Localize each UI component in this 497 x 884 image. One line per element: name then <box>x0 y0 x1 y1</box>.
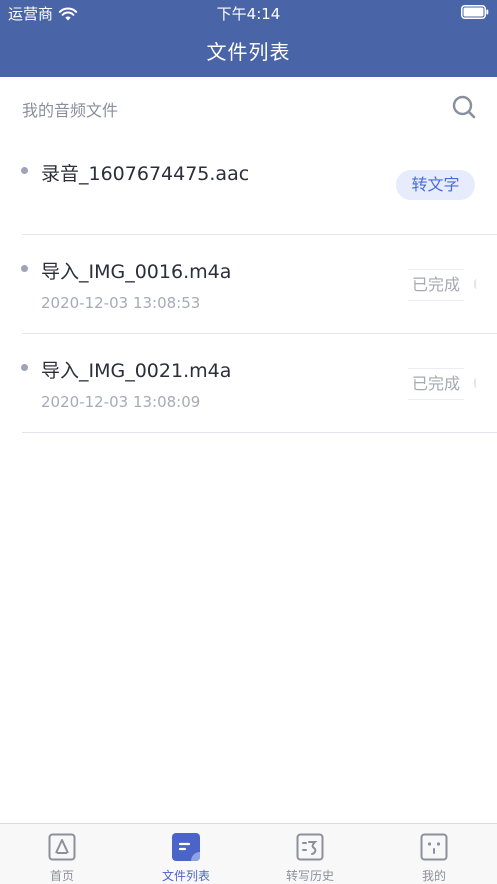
file-date: 2020-12-03 13:08:09 <box>41 393 201 411</box>
row-edge-marker <box>474 378 479 388</box>
convert-to-text-button[interactable]: 转文字 <box>396 170 475 200</box>
status-time: 下午4:14 <box>216 5 281 23</box>
file-name: 导入_IMG_0016.m4a <box>41 261 232 283</box>
file-date: 2020-12-03 13:08:53 <box>41 294 201 312</box>
list-item[interactable]: 导入_IMG_0021.m4a 2020-12-03 13:08:09 已完成 <box>0 334 497 432</box>
bullet-dot <box>21 364 28 371</box>
status-bar: 运营商 下午4:14 <box>0 0 497 26</box>
search-icon[interactable] <box>451 94 477 120</box>
list-item[interactable]: 录音_1607674475.aac 转文字 <box>0 137 497 235</box>
tab-label: 我的 <box>421 869 446 883</box>
bullet-dot <box>21 265 28 272</box>
page-title: 文件列表 <box>206 40 291 64</box>
bullet-dot <box>21 167 28 174</box>
tab-profile[interactable]: 我的 <box>372 824 496 884</box>
history-icon <box>296 833 324 861</box>
app-header: 运营商 下午4:14 文件列表 <box>0 0 497 77</box>
status-badge: 已完成 <box>408 368 464 400</box>
section-header: 我的音频文件 <box>0 77 497 137</box>
tab-bar: 首页 文件列表 转写历史 我的 <box>0 823 497 884</box>
list-item[interactable]: 导入_IMG_0016.m4a 2020-12-03 13:08:53 已完成 <box>0 235 497 333</box>
tab-file-list[interactable]: 文件列表 <box>124 824 248 884</box>
profile-icon <box>420 833 448 861</box>
section-title: 我的音频文件 <box>22 101 119 120</box>
tab-home[interactable]: 首页 <box>0 824 124 884</box>
tab-label: 转写历史 <box>285 869 334 883</box>
file-list-icon <box>172 833 200 861</box>
tab-label: 首页 <box>49 869 74 883</box>
tab-label: 文件列表 <box>161 869 210 883</box>
row-edge-marker <box>474 279 479 289</box>
divider <box>22 432 497 433</box>
home-icon <box>48 833 76 861</box>
file-name: 录音_1607674475.aac <box>41 163 250 185</box>
status-badge: 已完成 <box>408 269 464 301</box>
tab-history[interactable]: 转写历史 <box>248 824 372 884</box>
file-name: 导入_IMG_0021.m4a <box>41 360 232 382</box>
battery-icon <box>461 5 489 19</box>
